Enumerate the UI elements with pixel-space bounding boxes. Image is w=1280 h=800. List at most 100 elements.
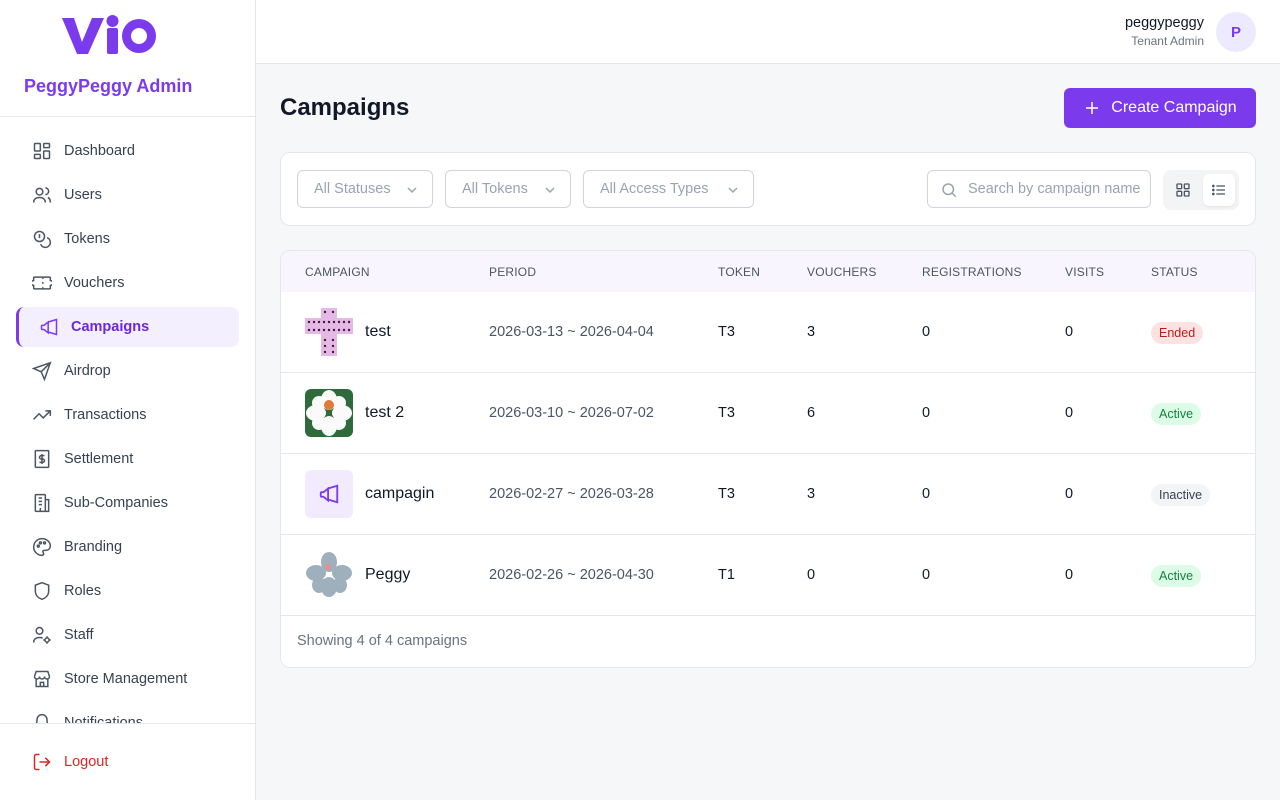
megaphone-icon	[40, 318, 58, 336]
token-filter-select[interactable]: All Tokens	[445, 170, 571, 208]
campaign-visits: 0	[1065, 486, 1074, 502]
campaign-name[interactable]: test	[365, 323, 391, 341]
sidebar-item-dashboard[interactable]: Dashboard	[16, 131, 239, 171]
chevron-down-icon	[407, 187, 417, 194]
filter-bar: All Statuses All Tokens All Access Types	[280, 152, 1256, 226]
table-row[interactable]: test 2026-03-13 ~ 2026-04-04 T3 3 0 0 En…	[281, 292, 1255, 373]
campaign-thumbnail	[305, 308, 353, 356]
campaign-visits: 0	[1065, 567, 1074, 583]
table-footer-count: Showing 4 of 4 campaigns	[297, 633, 468, 649]
logout-button[interactable]: Logout	[32, 752, 108, 772]
campaign-period: 2026-02-26 ~ 2026-04-30	[489, 567, 654, 583]
campaign-name[interactable]: campagin	[365, 485, 434, 503]
sidebar-item-label: Dashboard	[64, 143, 135, 159]
grid-view-button[interactable]	[1167, 174, 1199, 206]
campaign-thumbnail	[305, 551, 353, 599]
grid-icon	[1176, 183, 1190, 197]
sidebar-item-label: Branding	[64, 539, 123, 555]
sidebar-item-roles[interactable]: Roles	[16, 571, 239, 611]
vio-logo[interactable]	[60, 14, 160, 58]
chevron-down-icon	[728, 187, 738, 194]
campaign-visits: 0	[1065, 324, 1074, 340]
sidebar-item-branding[interactable]: Branding	[16, 527, 239, 567]
table-row[interactable]: Peggy 2026-02-26 ~ 2026-04-30 T1 0 0 0 A…	[281, 535, 1255, 616]
access-type-filter-select[interactable]: All Access Types	[583, 170, 754, 208]
sidebar-item-label: Notifications	[64, 715, 143, 723]
campaign-vouchers: 3	[807, 324, 816, 340]
access-type-filter-value: All Access Types	[600, 181, 709, 197]
list-view-button[interactable]	[1203, 174, 1235, 206]
campaigns-table: CAMPAIGN PERIOD TOKEN VOUCHERS REGISTRAT…	[280, 250, 1256, 668]
sidebar-item-vouchers[interactable]: Vouchers	[16, 263, 239, 303]
palette-icon	[33, 537, 52, 557]
status-filter-select[interactable]: All Statuses	[297, 170, 433, 208]
users-icon	[32, 187, 52, 203]
campaign-name[interactable]: test 2	[365, 404, 404, 422]
status-badge: Active	[1151, 403, 1202, 425]
plus-icon	[1086, 102, 1099, 114]
sidebar-item-label: Roles	[64, 583, 102, 599]
sidebar-item-store-management[interactable]: Store Management	[16, 659, 239, 699]
sidebar-item-label: Tokens	[64, 231, 110, 247]
sidebar-item-users[interactable]: Users	[16, 175, 239, 215]
sidebar-item-notifications[interactable]: Notifications	[16, 703, 239, 723]
campaign-vouchers: 3	[807, 486, 816, 502]
table-row[interactable]: test 2 2026-03-10 ~ 2026-07-02 T3 6 0 0 …	[281, 373, 1255, 454]
campaign-visits: 0	[1065, 405, 1074, 421]
search-box	[927, 170, 1151, 208]
campaign-token: T3	[718, 486, 735, 502]
search-input[interactable]	[968, 171, 1144, 207]
user-info[interactable]: peggypeggy Tenant Admin	[1125, 15, 1204, 48]
send-icon	[32, 361, 52, 381]
campaign-vouchers: 0	[807, 567, 816, 583]
campaign-token: T1	[718, 567, 735, 583]
table-row[interactable]: campagin 2026-02-27 ~ 2026-03-28 T3 3 0 …	[281, 454, 1255, 535]
logout-label: Logout	[64, 754, 109, 770]
sidebar-item-staff[interactable]: Staff	[16, 615, 239, 655]
sidebar-item-label: Campaigns	[71, 319, 150, 335]
receipt-dollar-icon	[34, 449, 50, 469]
column-header[interactable]: VOUCHERS	[807, 265, 877, 279]
user-name: peggypeggy	[1124, 15, 1204, 31]
shield-icon	[34, 581, 50, 601]
column-header[interactable]: CAMPAIGN	[305, 265, 370, 279]
sidebar-item-label: Store Management	[64, 671, 188, 687]
column-header[interactable]: REGISTRATIONS	[922, 265, 1022, 279]
column-header[interactable]: VISITS	[1065, 265, 1104, 279]
ticket-icon	[32, 276, 52, 290]
sidebar-item-label: Sub-Companies	[64, 495, 168, 511]
sidebar-item-label: Transactions	[64, 407, 147, 423]
page-title: Campaigns	[280, 94, 410, 121]
sidebar-item-transactions[interactable]: Transactions	[16, 395, 239, 435]
sidebar-item-sub-companies[interactable]: Sub-Companies	[16, 483, 239, 523]
create-campaign-button[interactable]: Create Campaign	[1064, 88, 1256, 128]
campaign-thumbnail	[305, 470, 353, 518]
coins-icon	[33, 230, 52, 249]
user-cog-icon	[32, 626, 51, 644]
bell-icon	[35, 713, 49, 723]
search-icon	[942, 183, 957, 198]
user-role: Tenant Admin	[1131, 34, 1204, 48]
sidebar-item-label: Users	[64, 187, 102, 203]
campaign-thumbnail	[305, 389, 353, 437]
store-icon	[33, 670, 51, 688]
logout-icon	[33, 753, 51, 771]
dashboard-icon	[33, 142, 51, 160]
status-filter-value: All Statuses	[314, 181, 391, 197]
campaign-name[interactable]: Peggy	[365, 566, 410, 584]
column-header[interactable]: STATUS	[1151, 265, 1198, 279]
chevron-down-icon	[545, 187, 555, 194]
trending-up-icon	[33, 410, 52, 420]
status-badge: Ended	[1151, 322, 1204, 344]
sidebar-item-campaigns[interactable]: Campaigns	[16, 307, 239, 347]
sidebar-item-settlement[interactable]: Settlement	[16, 439, 239, 479]
campaign-period: 2026-03-13 ~ 2026-04-04	[489, 324, 654, 340]
building-icon	[34, 493, 50, 513]
brand-name: PeggyPeggy Admin	[24, 76, 193, 96]
campaign-registrations: 0	[922, 405, 931, 421]
avatar[interactable]: P	[1216, 12, 1256, 52]
sidebar-item-airdrop[interactable]: Airdrop	[16, 351, 239, 391]
column-header[interactable]: TOKEN	[718, 265, 760, 279]
sidebar-item-tokens[interactable]: Tokens	[16, 219, 239, 259]
column-header[interactable]: PERIOD	[489, 265, 536, 279]
